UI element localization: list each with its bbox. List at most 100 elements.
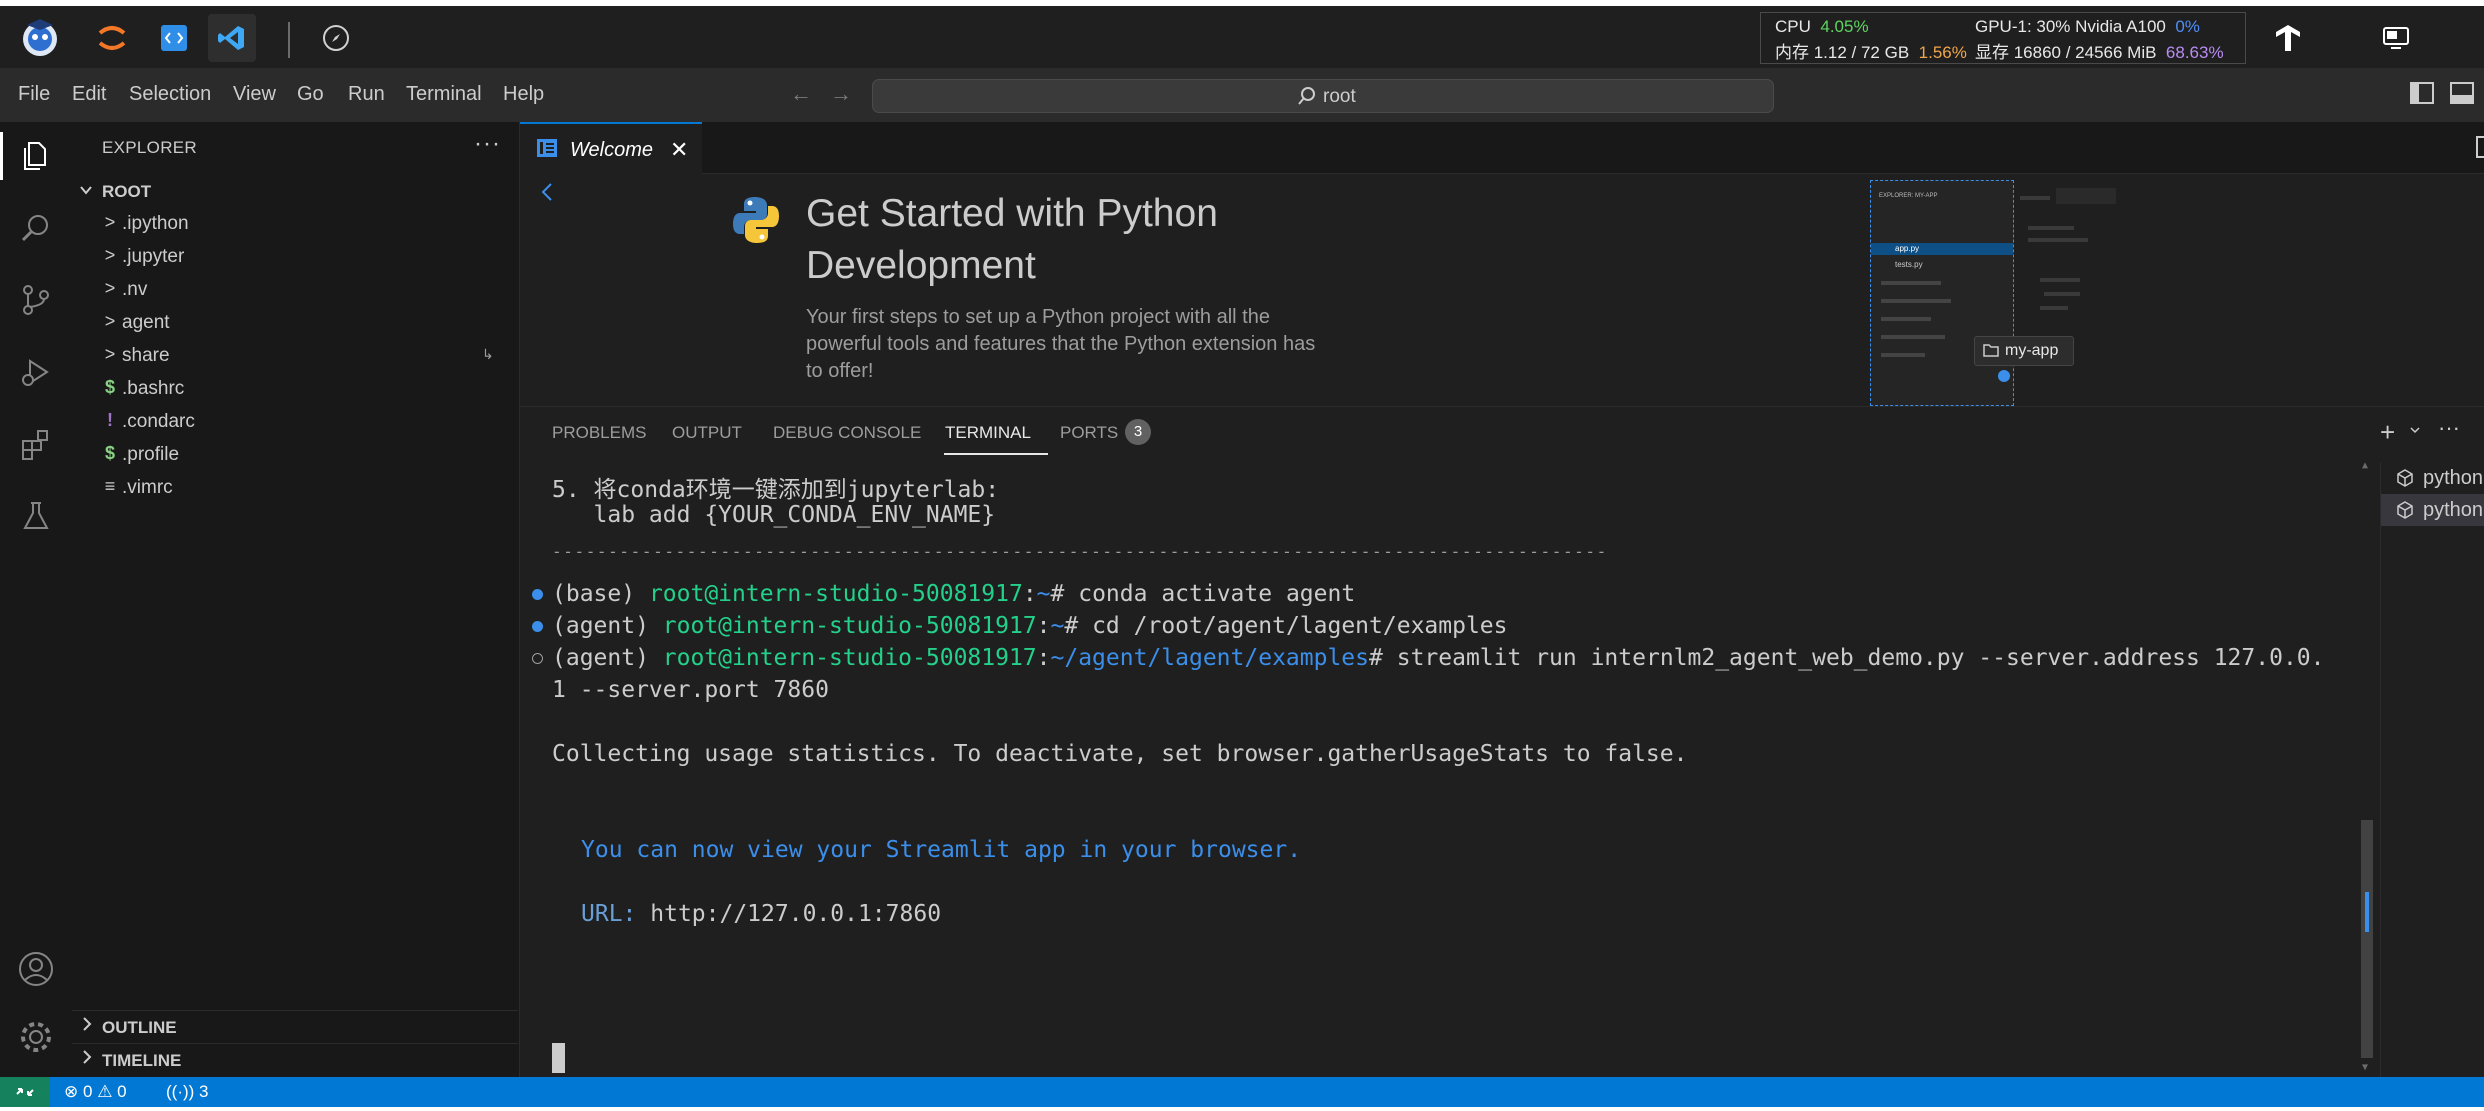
menu-edit[interactable]: Edit [72,83,106,106]
remote-icon [15,1082,35,1107]
terminal-scroll-thumb[interactable] [2361,820,2373,1058]
yaml-file-icon: ! [107,410,113,430]
timeline-section[interactable]: TIMELINE [72,1043,518,1075]
outline-section[interactable]: OUTLINE [72,1010,518,1042]
preview-line [1881,317,1931,321]
code-brackets-icon[interactable] [150,14,198,62]
tab-ports[interactable]: PORTS [1060,423,1118,443]
editor-tab-bar: Welcome ✕ [520,122,2484,174]
settings-gear-icon[interactable] [12,1013,60,1061]
terminal-line: 5. 将conda环境一键添加到jupyterlab: [552,477,1000,503]
conda-env: (agent) [552,645,663,671]
forward-arrow-icon[interactable]: → [830,81,852,107]
terminal-instance[interactable]: python [2381,462,2484,494]
terminal-cube-icon [2395,500,2415,526]
explorer-root-folder[interactable]: ROOT [72,176,518,208]
tab-debug-console[interactable]: DEBUG CONSOLE [773,423,921,443]
terminal-instance[interactable]: python [2381,494,2484,526]
menu-help[interactable]: Help [503,83,544,106]
remote-desktop-icon[interactable] [2372,14,2420,62]
command-center-search[interactable]: root [872,79,1774,113]
ports-indicator[interactable]: ((·)) 3 [166,1082,209,1102]
preview-line [1881,281,1941,285]
split-editor-icon[interactable] [2476,136,2484,163]
tree-item-share[interactable]: > share ↳ [72,340,518,372]
tree-item-profile[interactable]: $ .profile [72,439,518,471]
menu-file[interactable]: File [18,83,50,106]
tab-terminal[interactable]: TERMINAL [945,423,1031,443]
tree-item-vimrc[interactable]: ≡ .vimrc [72,472,518,504]
more-actions-icon[interactable]: ··· [2438,415,2460,441]
terminal-separator: ----------------------------------------… [552,542,1608,561]
chevron-down-icon[interactable] [2408,417,2422,448]
source-control-icon[interactable] [12,276,60,324]
ports-status-count: 3 [199,1082,209,1101]
tab-welcome[interactable]: Welcome ✕ [520,122,702,174]
toggle-panel-icon[interactable] [2450,82,2474,104]
preview-folder-badge: my-app [1974,336,2074,366]
bottom-panel: PROBLEMS OUTPUT DEBUG CONSOLE TERMINAL P… [520,406,2484,1078]
explorer-title: EXPLORER [102,138,197,157]
preview-line [1881,299,1951,303]
chevron-right-icon: > [104,212,116,232]
preview-cursor-dot [1998,370,2010,382]
testing-icon[interactable] [12,492,60,540]
cpu-stat: CPU 4.05% [1775,17,1869,36]
search-icon[interactable] [12,204,60,252]
warning-count: 0 [117,1082,127,1101]
explorer-icon[interactable] [12,132,60,180]
close-tab-icon[interactable]: ✕ [670,137,688,163]
active-indicator [0,132,3,180]
toggle-sidebar-icon[interactable] [2410,82,2434,104]
new-terminal-icon[interactable]: + [2380,417,2395,448]
error-icon: ⊗ [64,1082,79,1101]
command-success-dot[interactable] [532,621,543,632]
remote-indicator[interactable] [0,1077,50,1107]
command-success-dot[interactable] [532,589,543,600]
jupyter-icon[interactable] [88,14,136,62]
problems-indicator[interactable]: ⊗ 0 ⚠ 0 [64,1082,127,1102]
preview-line [2028,226,2074,230]
preview-file-tests: tests.py [1895,260,1923,269]
menu-go[interactable]: Go [297,83,324,106]
prompt-symbol: # [1050,581,1079,607]
prompt-host: root@intern-studio-50081917 [662,613,1037,639]
menu-run[interactable]: Run [348,83,385,106]
welcome-title: Get Started with Python Development [806,188,1218,292]
chevron-down-icon [78,182,94,204]
tree-item-jupyter[interactable]: > .jupyter [72,241,518,273]
tab-output[interactable]: OUTPUT [672,423,742,443]
tensorflow-icon[interactable] [2264,14,2312,62]
tree-item-condarc[interactable]: ! .condarc [72,406,518,438]
tree-item-bashrc[interactable]: $ .bashrc [72,373,518,405]
tree-item-nv[interactable]: > .nv [72,274,518,306]
tab-problems[interactable]: PROBLEMS [552,423,646,443]
internstudio-logo-icon[interactable] [16,14,64,62]
compass-icon[interactable] [312,14,360,62]
menu-view[interactable]: View [233,83,276,106]
scroll-up-icon[interactable]: ▲ [2362,460,2368,471]
vscode-icon[interactable] [208,14,256,62]
scroll-down-icon[interactable]: ▼ [2362,1062,2368,1073]
menu-terminal[interactable]: Terminal [406,83,482,106]
account-icon[interactable] [12,945,60,993]
preview-line [1881,335,1945,339]
command-running-dot[interactable] [532,653,543,664]
run-debug-icon[interactable] [12,348,60,396]
host-separator [288,22,290,58]
terminal-output[interactable]: 5. 将conda环境一键添加到jupyterlab: lab add {YOU… [520,460,2375,1078]
menu-selection[interactable]: Selection [129,83,211,106]
more-actions-icon[interactable]: ··· [474,130,501,158]
preview-explorer: EXPLORER: MY-APP app.py tests.py [1870,180,2014,406]
back-arrow-icon[interactable]: ← [790,81,812,107]
back-chevron-icon[interactable] [540,180,554,209]
url-value[interactable]: http://127.0.0.1:7860 [650,901,941,927]
extensions-icon[interactable] [12,420,60,468]
active-tab-underline [944,453,1048,455]
broadcast-icon: ((·)) [166,1082,195,1101]
python-logo-icon [730,194,782,251]
preview-block [2056,188,2116,204]
tree-item-agent[interactable]: > agent [72,307,518,339]
tree-item-ipython[interactable]: > .ipython [72,208,518,240]
terminal-command-line: (agent) root@intern-studio-50081917:~/ag… [552,645,2324,671]
